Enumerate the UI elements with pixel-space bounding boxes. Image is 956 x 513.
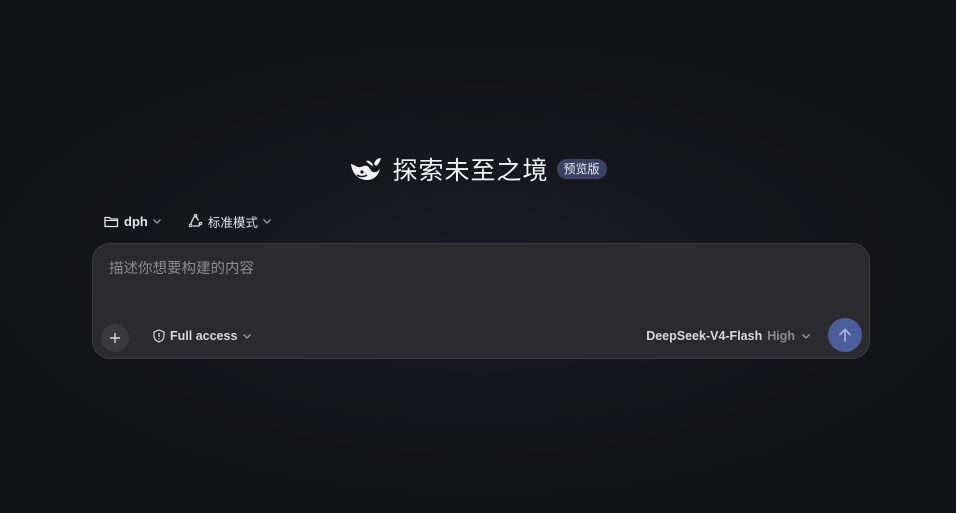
reasoning-effort: High	[767, 329, 795, 343]
mode-selector[interactable]: 标准模式	[188, 212, 272, 231]
model-selector[interactable]: DeepSeek-V4-Flash High	[646, 329, 811, 343]
mode-label: 标准模式	[207, 214, 258, 230]
access-selector[interactable]: Full access	[153, 329, 252, 343]
arrow-up-icon	[838, 327, 852, 343]
whale-logo-icon	[349, 154, 383, 184]
chevron-down-icon	[801, 333, 811, 340]
plus-icon	[109, 332, 121, 344]
project-label: dph	[124, 213, 148, 229]
selector-row: dph 标准模式	[104, 211, 272, 231]
send-button[interactable]	[828, 318, 862, 352]
shield-icon	[153, 329, 165, 343]
recycle-icon	[188, 214, 203, 228]
hero-header: 探索未至之境 预览版	[0, 150, 956, 188]
prompt-composer: Full access DeepSeek-V4-Flash High	[92, 243, 870, 359]
chevron-down-icon	[262, 218, 272, 225]
preview-badge: 预览版	[556, 159, 607, 179]
project-selector[interactable]: dph	[104, 214, 162, 229]
chevron-down-icon	[152, 218, 162, 225]
folder-icon	[104, 215, 119, 228]
chevron-down-icon	[242, 333, 252, 340]
model-name: DeepSeek-V4-Flash	[646, 329, 763, 343]
hero-title: 探索未至之境	[392, 156, 549, 185]
access-label: Full access	[170, 329, 238, 343]
attach-button[interactable]	[101, 324, 129, 352]
prompt-input[interactable]	[109, 261, 849, 277]
